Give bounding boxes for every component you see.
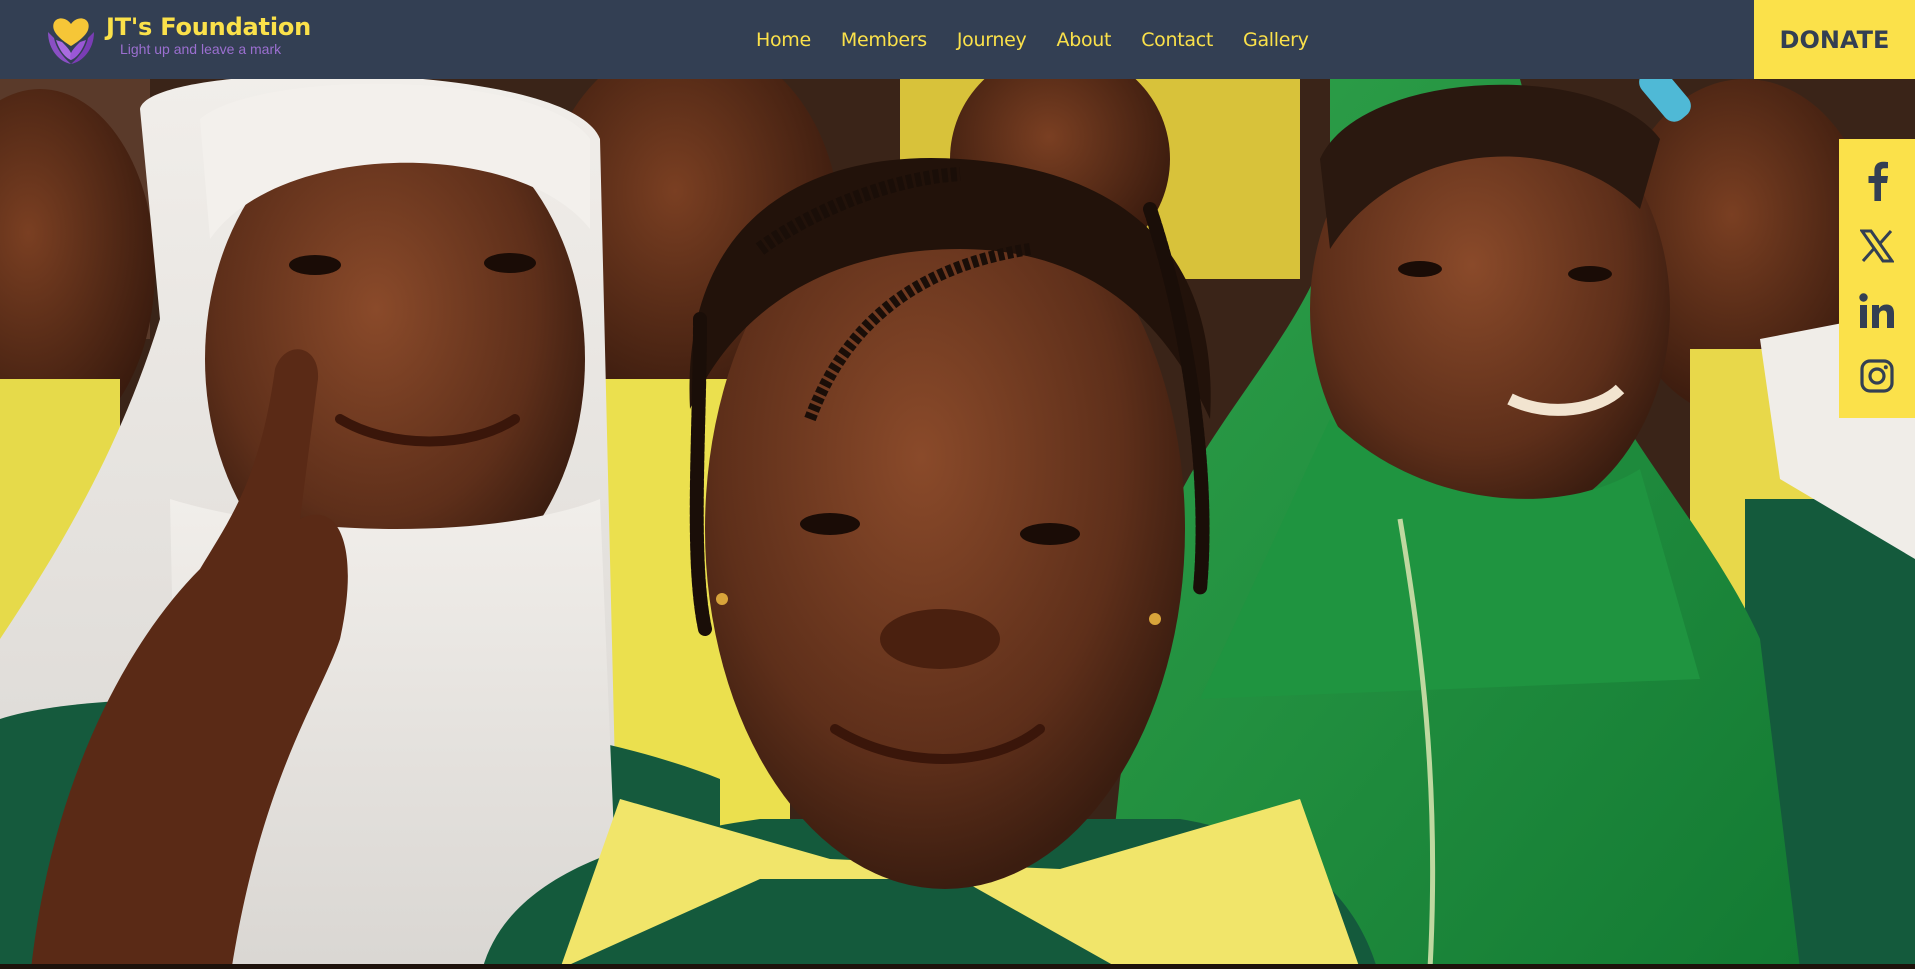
instagram-icon[interactable] [1857,356,1897,396]
hero-image [0,79,1915,969]
nav-contact[interactable]: Contact [1141,29,1213,51]
brand-tagline: Light up and leave a mark [120,41,282,57]
heart-hands-logo [48,18,94,64]
social-sidebar [1839,139,1915,418]
header-bar: JT's Foundation Light up and leave a mar… [0,0,1915,79]
nav-journey[interactable]: Journey [957,29,1027,51]
donate-button[interactable]: DONATE [1754,0,1915,79]
nav-gallery[interactable]: Gallery [1243,29,1309,51]
main-nav: Home Members Journey About Contact Galle… [756,0,1339,79]
x-icon[interactable] [1857,226,1897,266]
linkedin-icon[interactable] [1857,291,1897,331]
facebook-icon[interactable] [1857,161,1897,202]
nav-about[interactable]: About [1057,29,1112,51]
brand[interactable]: JT's Foundation Light up and leave a mar… [44,10,311,66]
brand-name: JT's Foundation [106,13,312,41]
nav-members[interactable]: Members [841,29,927,51]
nav-home[interactable]: Home [756,29,811,51]
